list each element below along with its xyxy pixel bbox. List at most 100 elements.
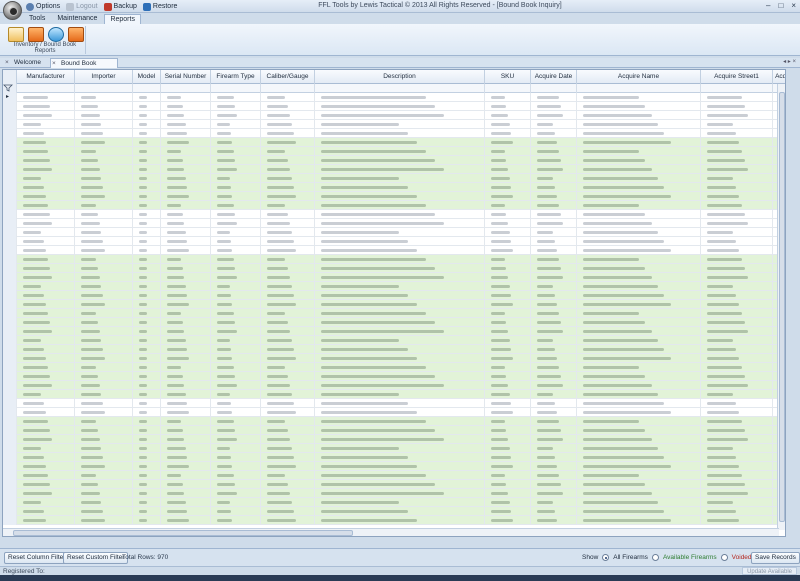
options-button[interactable]: Options xyxy=(26,2,60,11)
table-row[interactable] xyxy=(3,165,785,174)
row-selector[interactable] xyxy=(3,498,17,507)
column-filter-cell[interactable] xyxy=(75,84,133,93)
close-button[interactable]: × xyxy=(791,1,796,10)
column-header[interactable]: Description xyxy=(315,70,485,84)
row-selector[interactable] xyxy=(3,102,17,111)
horizontal-scrollbar[interactable] xyxy=(3,528,779,536)
row-selector[interactable] xyxy=(3,462,17,471)
available-firearms-radio[interactable] xyxy=(651,554,659,561)
update-available-button[interactable]: Update Available xyxy=(742,567,797,575)
column-filter-cell[interactable] xyxy=(261,84,315,93)
backup-button[interactable]: Backup xyxy=(103,2,137,11)
row-selector[interactable] xyxy=(3,354,17,363)
maximize-button[interactable]: □ xyxy=(778,1,783,10)
table-row[interactable] xyxy=(3,273,785,282)
row-selector[interactable] xyxy=(3,201,17,210)
table-row[interactable] xyxy=(3,327,785,336)
column-filter-cell[interactable] xyxy=(531,84,577,93)
row-selector[interactable] xyxy=(3,210,17,219)
table-row[interactable] xyxy=(3,417,785,426)
row-selector[interactable] xyxy=(3,471,17,480)
row-selector[interactable] xyxy=(3,507,17,516)
row-selector[interactable] xyxy=(3,453,17,462)
row-selector[interactable] xyxy=(3,435,17,444)
inquiry-report-icon[interactable] xyxy=(48,27,64,42)
tab-maintenance[interactable]: Maintenance xyxy=(52,14,102,24)
row-selector[interactable] xyxy=(3,255,17,264)
table-row[interactable] xyxy=(3,300,785,309)
app-menu-button[interactable] xyxy=(3,1,22,20)
column-filter-cell[interactable] xyxy=(485,84,531,93)
column-filter-cell[interactable] xyxy=(161,84,211,93)
row-selector[interactable] xyxy=(3,381,17,390)
table-row[interactable]: ▸ xyxy=(3,93,785,102)
row-selector[interactable]: ▸ xyxy=(3,93,17,102)
table-row[interactable] xyxy=(3,129,785,138)
row-selector[interactable] xyxy=(3,147,17,156)
row-selector[interactable] xyxy=(3,156,17,165)
row-selector[interactable] xyxy=(3,264,17,273)
table-row[interactable] xyxy=(3,138,785,147)
tab-welcome[interactable]: × Welcome xyxy=(4,58,50,68)
table-row[interactable] xyxy=(3,390,785,399)
table-row[interactable] xyxy=(3,255,785,264)
tab-bound-book-inquiry[interactable]: × Bound Book Inquiry xyxy=(50,58,118,77)
table-row[interactable] xyxy=(3,480,785,489)
table-row[interactable] xyxy=(3,444,785,453)
minimize-button[interactable]: – xyxy=(766,1,770,10)
column-header[interactable]: Model xyxy=(133,70,161,84)
table-row[interactable] xyxy=(3,372,785,381)
table-row[interactable] xyxy=(3,381,785,390)
table-row[interactable] xyxy=(3,219,785,228)
column-filter-cell[interactable] xyxy=(211,84,261,93)
column-header[interactable]: Importer xyxy=(75,70,133,84)
voided-firearms-radio[interactable] xyxy=(720,554,728,561)
row-selector[interactable] xyxy=(3,318,17,327)
row-selector[interactable] xyxy=(3,390,17,399)
table-row[interactable] xyxy=(3,237,785,246)
horizontal-scroll-thumb[interactable] xyxy=(13,530,353,536)
row-selector[interactable] xyxy=(3,129,17,138)
column-filter-cell[interactable] xyxy=(17,84,75,93)
table-row[interactable] xyxy=(3,363,785,372)
table-row[interactable] xyxy=(3,228,785,237)
document-nav[interactable]: ◂ ▸ × xyxy=(783,58,796,65)
row-selector[interactable] xyxy=(3,408,17,417)
column-filter-cell[interactable] xyxy=(133,84,161,93)
table-row[interactable] xyxy=(3,318,785,327)
column-header[interactable]: Caliber/Gauge xyxy=(261,70,315,84)
row-selector[interactable] xyxy=(3,246,17,255)
column-header[interactable]: Acquire Name xyxy=(577,70,701,84)
table-row[interactable] xyxy=(3,282,785,291)
column-header[interactable]: Acquire Date xyxy=(531,70,577,84)
row-selector[interactable] xyxy=(3,516,17,525)
tab-tools[interactable]: Tools xyxy=(24,14,50,24)
restore-button[interactable]: Restore xyxy=(142,2,177,11)
row-selector[interactable] xyxy=(3,291,17,300)
table-row[interactable] xyxy=(3,192,785,201)
table-row[interactable] xyxy=(3,102,785,111)
row-selector[interactable] xyxy=(3,111,17,120)
table-row[interactable] xyxy=(3,498,785,507)
column-header[interactable]: Acquire Street1 xyxy=(701,70,773,84)
column-header[interactable]: Firearm Type xyxy=(211,70,261,84)
row-selector[interactable] xyxy=(3,120,17,129)
row-selector[interactable] xyxy=(3,309,17,318)
table-row[interactable] xyxy=(3,399,785,408)
row-selector[interactable] xyxy=(3,336,17,345)
column-header[interactable]: Serial Number xyxy=(161,70,211,84)
table-row[interactable] xyxy=(3,516,785,525)
row-selector[interactable] xyxy=(3,183,17,192)
table-row[interactable] xyxy=(3,210,785,219)
row-selector[interactable] xyxy=(3,345,17,354)
close-tab-icon[interactable]: × xyxy=(52,59,56,69)
clipboard-report-icon[interactable] xyxy=(8,27,24,42)
table-row[interactable] xyxy=(3,489,785,498)
row-selector[interactable] xyxy=(3,489,17,498)
table-row[interactable] xyxy=(3,345,785,354)
table-row[interactable] xyxy=(3,507,785,516)
row-selector[interactable] xyxy=(3,174,17,183)
close-tab-icon[interactable]: × xyxy=(5,58,9,68)
table-row[interactable] xyxy=(3,471,785,480)
row-selector[interactable] xyxy=(3,480,17,489)
